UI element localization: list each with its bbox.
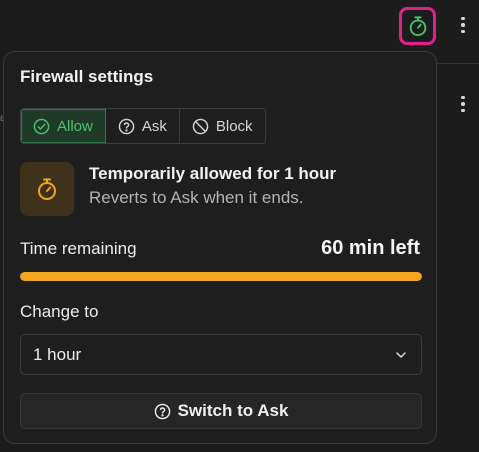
switch-to-ask-button[interactable]: Switch to Ask: [20, 393, 422, 429]
firewall-settings-popover: Firewall settings Allow Ask Block Tempor…: [3, 51, 437, 444]
status-subtitle: Reverts to Ask when it ends.: [89, 188, 304, 207]
stopwatch-icon: [38, 178, 56, 200]
status-title: Temporarily allowed for 1 hour: [89, 164, 337, 183]
background-divider: [430, 63, 479, 64]
check-circle-icon: [33, 118, 50, 134]
ban-icon: [192, 118, 209, 134]
help-circle-icon: [118, 118, 135, 134]
timer-toggle-button[interactable]: [399, 7, 436, 45]
mode-allow-label: Allow: [57, 117, 93, 135]
help-circle-icon: [154, 403, 170, 419]
duration-select-value: 1 hour: [33, 344, 82, 364]
time-remaining-label: Time remaining: [20, 239, 137, 258]
chevron-down-icon: [396, 351, 406, 358]
more-vertical-icon[interactable]: [455, 15, 471, 35]
duration-select[interactable]: 1 hour: [20, 334, 422, 375]
switch-to-ask-label: Switch to Ask: [177, 401, 289, 420]
change-to-label: Change to: [20, 302, 99, 321]
stopwatch-icon: [409, 16, 426, 37]
time-progress-fill: [20, 272, 422, 281]
more-vertical-icon[interactable]: [455, 94, 471, 114]
mode-ask-label: Ask: [141, 117, 167, 135]
firewall-mode-selector: Allow Ask Block: [20, 108, 266, 144]
mode-ask-button[interactable]: Ask: [106, 109, 180, 143]
mode-allow-button[interactable]: Allow: [21, 109, 106, 143]
mode-block-label: Block: [215, 117, 253, 135]
popover-title: Firewall settings: [20, 67, 154, 86]
time-remaining-value: 60 min left: [321, 237, 420, 259]
time-progress-bar: [20, 272, 422, 281]
mode-block-button[interactable]: Block: [180, 109, 265, 143]
status-icon-container: [20, 162, 74, 216]
